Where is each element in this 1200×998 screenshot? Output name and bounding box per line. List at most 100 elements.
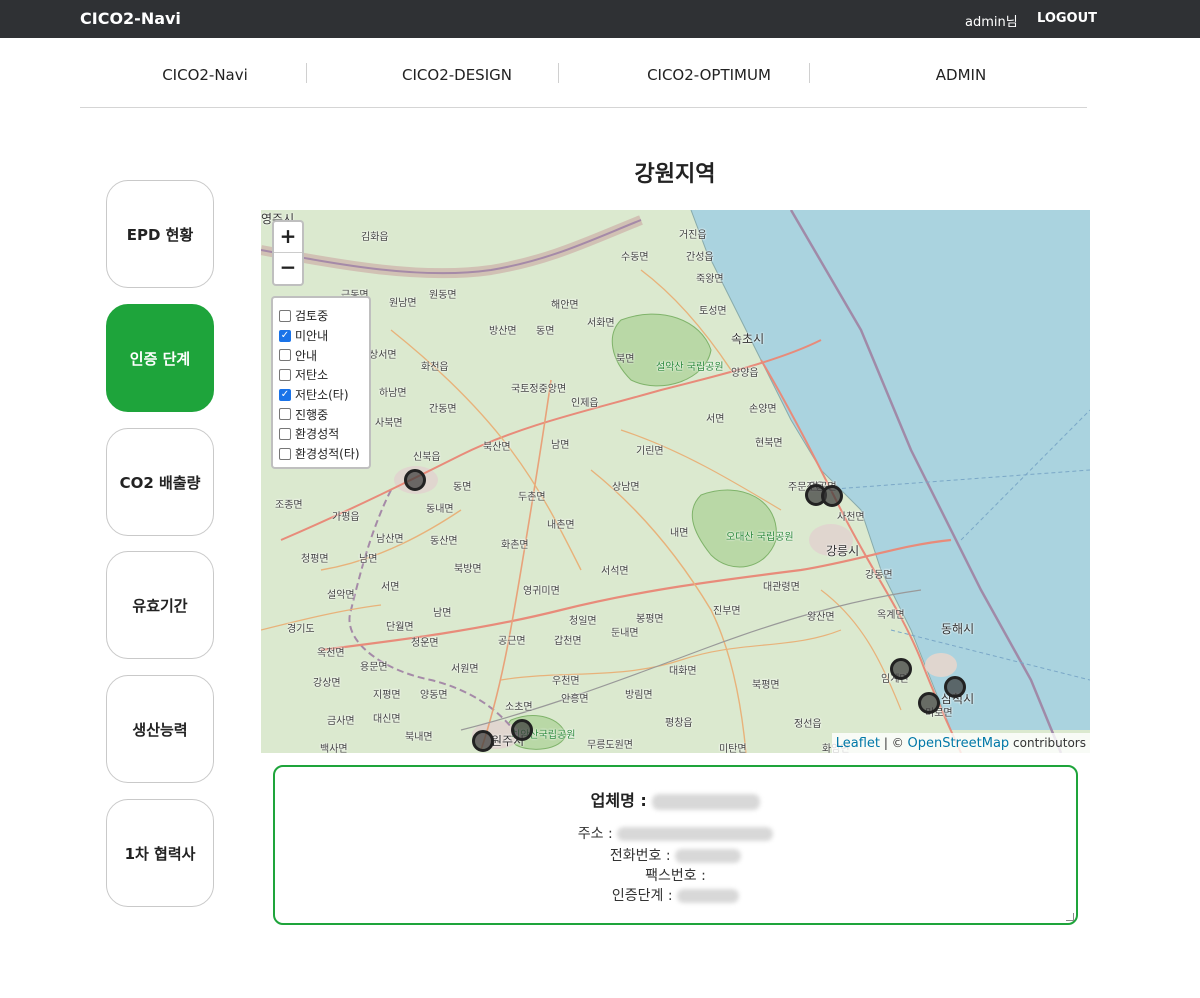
layer-toggle[interactable]: 진행중: [279, 404, 369, 424]
map-place-label: 양양읍: [731, 368, 759, 379]
map-place-label: 수동면: [621, 252, 649, 263]
map-place-label: 옥천면: [317, 648, 345, 659]
layer-toggle[interactable]: 환경성적(타): [279, 444, 369, 464]
sidebar-item-validity-period[interactable]: 유효기간: [106, 551, 214, 659]
layer-control: 검토중 ✓ 미안내안내저탄소 ✓ 저탄소(타) 진행중 환경성적환경성적(타): [271, 296, 371, 469]
map-place-label: 동면: [453, 482, 472, 493]
map-place-label: 강동면: [865, 570, 893, 581]
map-place-label: 대신면: [373, 714, 401, 725]
map-place-label: 국토정중앙면: [511, 384, 567, 395]
layer-toggle[interactable]: 검토중: [279, 306, 369, 326]
layer-label: 저탄소(타): [295, 388, 349, 403]
layer-checkbox[interactable]: [279, 427, 291, 440]
map-place-label: 동해시: [941, 622, 975, 636]
layer-toggle[interactable]: 안내: [279, 345, 369, 365]
openstreetmap-link[interactable]: OpenStreetMap: [908, 736, 1010, 751]
zoom-out-button[interactable]: −: [274, 253, 302, 284]
fax-row: 팩스번호 :: [275, 865, 1076, 885]
map-place-label: 강상면: [313, 678, 341, 689]
map-place-label: 봉평면: [636, 614, 664, 625]
map-place-label: 강릉시: [826, 544, 860, 558]
map-place-label: 상서면: [369, 350, 397, 361]
sidebar-item-tier1-partners[interactable]: 1차 협력사: [106, 799, 214, 907]
sidebar-item-production-capacity[interactable]: 생산능력: [106, 675, 214, 783]
stage-row: 인증단계 :: [275, 885, 1076, 905]
layer-label: 환경성적(타): [295, 447, 360, 462]
layer-checkbox[interactable]: [279, 368, 291, 381]
map-place-label: 상남면: [612, 482, 640, 493]
map-place-label: 단월면: [386, 622, 414, 633]
map-marker[interactable]: [944, 676, 966, 698]
map-marker[interactable]: [472, 730, 494, 752]
map-place-label: 지평면: [373, 690, 401, 701]
logout-link[interactable]: LOGOUT: [1037, 11, 1097, 26]
sidebar-item-certification-stage[interactable]: 인증 단계: [106, 304, 214, 412]
map-place-label: 인제읍: [571, 398, 599, 409]
map-place-label: 평창읍: [665, 718, 693, 729]
map-marker[interactable]: [404, 469, 426, 491]
layer-checkbox[interactable]: [279, 447, 291, 460]
sidebar-item-co2-emission[interactable]: CO2 배출량: [106, 428, 214, 536]
main-nav: CICO2-Navi CICO2-DESIGN CICO2-OPTIMUM AD…: [80, 52, 1087, 108]
layer-checkbox[interactable]: ✓: [279, 388, 291, 401]
map-marker[interactable]: [511, 719, 533, 741]
map-marker[interactable]: [890, 658, 912, 680]
map-marker[interactable]: [821, 485, 843, 507]
top-bar: CICO2-Navi admin님 LOGOUT: [0, 0, 1200, 38]
map-place-label: 청평면: [301, 554, 329, 565]
map-place-label: 화천읍: [421, 362, 449, 373]
map-place-label: 영귀미면: [523, 586, 560, 597]
map-place-label: 서석면: [601, 566, 629, 577]
layer-checkbox[interactable]: [279, 349, 291, 362]
map-place-label: 청운면: [411, 638, 439, 649]
nav-item-cico2-navi[interactable]: CICO2-Navi: [80, 52, 330, 98]
nav-item-cico2-design[interactable]: CICO2-DESIGN: [332, 52, 582, 98]
map-place-label: 원동면: [429, 290, 457, 301]
nav-divider: [558, 63, 559, 83]
layer-toggle[interactable]: ✓ 미안내: [279, 326, 369, 346]
map-place-label: 미탄면: [719, 744, 747, 753]
user-name: admin님: [965, 15, 1018, 30]
map-place-label: 내면: [670, 528, 689, 539]
map-place-label: 남면: [433, 608, 452, 619]
map-place-label: 사천면: [837, 512, 865, 523]
map-place-label: 무릉도원면: [587, 740, 633, 751]
map-place-label: 김화읍: [361, 232, 389, 243]
map-place-label: 간성읍: [686, 252, 714, 263]
map-place-label: 남면: [551, 440, 570, 451]
nav-divider: [809, 63, 810, 83]
map-place-label: 신북읍: [413, 452, 441, 463]
map-place-label: 하남면: [379, 388, 407, 399]
map-marker[interactable]: [918, 692, 940, 714]
map-place-label: 손양면: [749, 404, 777, 415]
map-place-label: 우천면: [552, 676, 580, 687]
sidebar-item-epd-status[interactable]: EPD 현황: [106, 180, 214, 288]
layer-checkbox[interactable]: [279, 309, 291, 322]
leaflet-link[interactable]: Leaflet: [836, 736, 880, 751]
nav-item-cico2-optimum[interactable]: CICO2-OPTIMUM: [584, 52, 834, 98]
nav-item-admin[interactable]: ADMIN: [836, 52, 1086, 98]
map-place-label: 둔내면: [611, 628, 639, 639]
map-place-label: 북면: [616, 354, 635, 365]
map-place-label: 속초시: [731, 332, 765, 346]
layer-toggle[interactable]: ✓ 저탄소(타): [279, 385, 369, 405]
company-info-box[interactable]: 업체명 : 주소 : 전화번호 : 팩스번호 : 인증단계 :: [273, 765, 1078, 925]
map-place-label: 죽왕면: [696, 274, 724, 285]
map-place-label: 방산면: [489, 326, 517, 337]
resize-handle[interactable]: [1066, 913, 1074, 921]
map-view[interactable]: 김화읍거진읍수동면간성읍죽왕면토성면속초시근동면원남면원동면해안면방산면동면서화…: [261, 210, 1090, 753]
map-place-label: 기린면: [636, 446, 664, 457]
layer-toggle[interactable]: 저탄소: [279, 365, 369, 385]
layer-checkbox[interactable]: [279, 408, 291, 421]
layer-toggle[interactable]: 환경성적: [279, 424, 369, 444]
layer-checkbox[interactable]: ✓: [279, 329, 291, 342]
layer-label: 미안내: [295, 329, 329, 344]
page-title: 강원지역: [634, 162, 716, 187]
attribution-contributors: contributors: [1009, 736, 1086, 750]
zoom-in-button[interactable]: +: [274, 222, 302, 253]
map-place-label: 사북면: [375, 418, 403, 429]
map-place-label: 왕산면: [807, 612, 835, 623]
brand-logo[interactable]: CICO2-Navi: [80, 9, 181, 28]
map-place-label: 서화면: [587, 318, 615, 329]
layer-label: 안내: [295, 348, 318, 363]
